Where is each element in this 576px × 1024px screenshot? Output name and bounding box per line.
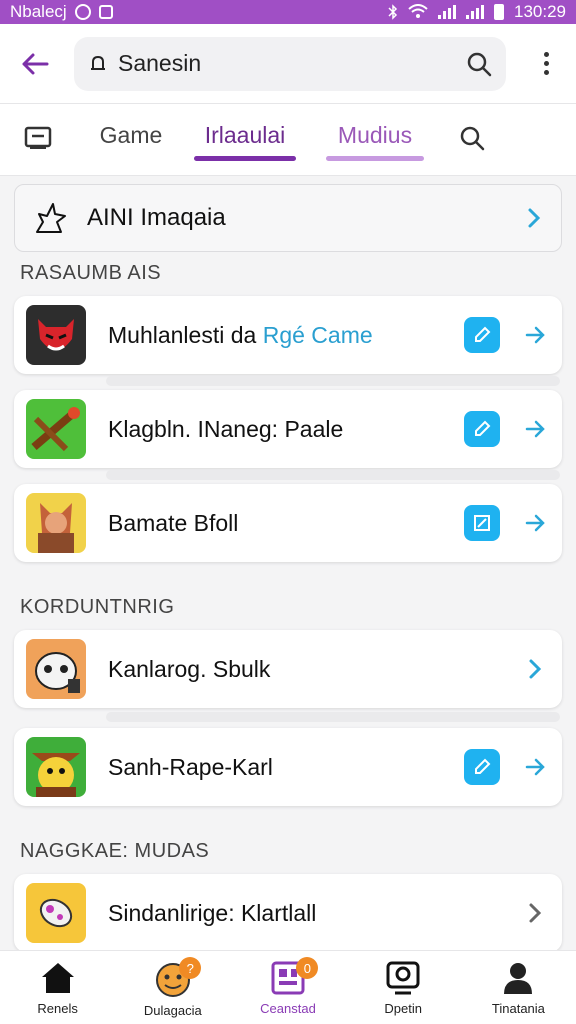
item-progress [106, 376, 560, 386]
list-item[interactable]: Muhlanlesti da Rgé Came [14, 296, 562, 374]
notification-icon [98, 5, 113, 19]
item-progress [106, 470, 560, 480]
bluetooth-icon [388, 4, 398, 20]
battery-icon [494, 4, 504, 20]
search-icon[interactable] [466, 51, 492, 77]
list-item[interactable]: Bamate Bfoll [14, 484, 562, 562]
featured-card[interactable]: AINI Imaqaia [14, 184, 562, 252]
status-time: 130:29 [514, 2, 566, 21]
back-arrow-icon [22, 53, 49, 74]
nav-item-dpetin[interactable]: Dpetin [346, 951, 461, 1024]
nav-badge: ? [179, 957, 202, 979]
person-icon [504, 963, 533, 994]
nav-label: Tinatania [491, 1001, 545, 1016]
item-title: Kanlarog. Sbulk [108, 655, 271, 682]
bird-icon [26, 737, 86, 797]
item-title: Klagbln. INaneg: Paale [108, 415, 344, 442]
nav-item-ceanstad[interactable]: 0 Ceanstad [230, 951, 345, 1024]
wifi-icon [408, 4, 428, 18]
item-title: Sindanlirige: Klartlall [108, 899, 317, 926]
tab-indicator-active [194, 156, 296, 161]
item-title: Bamate Bfoll [108, 509, 239, 536]
sync-icon [74, 4, 91, 20]
list-item[interactable]: Sindanlirige: Klartlall [14, 874, 562, 952]
tablet-icon[interactable] [24, 124, 52, 152]
section-label: RASAUMB AIS [20, 262, 162, 284]
tab-bar: Game Irlaaulai Mudius [0, 104, 576, 176]
section-label: KORDUNTNRIG [20, 596, 175, 618]
tab-mudius[interactable]: Mudius [326, 122, 424, 149]
nav-label: Ceanstad [260, 1001, 316, 1016]
edit-button[interactable] [464, 505, 500, 541]
chevron-right-icon[interactable] [524, 902, 546, 924]
item-title: Muhlanlesti da Rgé Came [108, 321, 373, 348]
status-carrier: Nbalecj [10, 2, 67, 21]
edit-icon [474, 515, 490, 531]
item-progress [106, 712, 560, 722]
devil-mask-icon [26, 305, 86, 365]
edit-button[interactable] [464, 749, 500, 785]
nav-label: Renels [37, 1001, 78, 1016]
unicorn-icon [36, 203, 66, 233]
more-vert-icon[interactable] [534, 47, 558, 81]
featured-title: AINI Imaqaia [87, 204, 226, 231]
search-bar[interactable] [74, 36, 506, 91]
tab-game[interactable]: Game [96, 122, 166, 149]
tab-search-icon[interactable] [458, 124, 486, 152]
arrow-right-icon[interactable] [524, 418, 546, 440]
edit-button[interactable] [464, 317, 500, 353]
list-item[interactable]: Klagbln. INaneg: Paale [14, 390, 562, 468]
arrow-right-icon[interactable] [524, 512, 546, 534]
list-item[interactable]: Sanh-Rape-Karl [14, 728, 562, 806]
crossbow-icon [26, 399, 86, 459]
monitor-icon [386, 961, 420, 995]
app-bar [0, 24, 576, 104]
back-button[interactable] [18, 47, 52, 81]
nav-label: Dulagacia [143, 1003, 202, 1018]
nav-badge: 0 [296, 957, 319, 979]
edit-icon [475, 420, 491, 436]
warrior-icon [26, 493, 86, 553]
chevron-right-icon[interactable] [524, 658, 546, 680]
nav-item-dulagacia[interactable]: ? Dulagacia [115, 951, 230, 1024]
chevron-right-icon [528, 208, 541, 228]
bottom-nav: Renels ? Dulagacia 0 Ceanstad Dpetin Tin… [0, 950, 576, 1024]
section-label: NAGGKAE: MUDAS [20, 840, 210, 862]
edit-icon [475, 758, 491, 774]
tab-indicator-secondary [326, 156, 424, 161]
panda-icon [26, 639, 86, 699]
nav-item-renels[interactable]: Renels [0, 951, 115, 1024]
home-icon [41, 963, 74, 993]
search-input[interactable] [118, 50, 466, 77]
tab-irlaaulai[interactable]: Irlaaulai [194, 122, 296, 149]
nav-item-tinatania[interactable]: Tinatania [461, 951, 576, 1024]
list-item[interactable]: Kanlarog. Sbulk [14, 630, 562, 708]
edit-icon [475, 326, 491, 342]
arrow-right-icon[interactable] [524, 756, 546, 778]
status-bar: Nbalecj 130:29 [0, 0, 576, 24]
edit-button[interactable] [464, 411, 500, 447]
arrow-right-icon[interactable] [524, 324, 546, 346]
bell-icon [91, 55, 105, 70]
signal-2-icon [466, 5, 484, 19]
candy-icon [26, 883, 86, 943]
signal-icon [438, 5, 456, 19]
nav-label: Dpetin [384, 1001, 422, 1016]
item-title: Sanh-Rape-Karl [108, 753, 273, 780]
item-highlight: Rgé Came [262, 321, 373, 348]
